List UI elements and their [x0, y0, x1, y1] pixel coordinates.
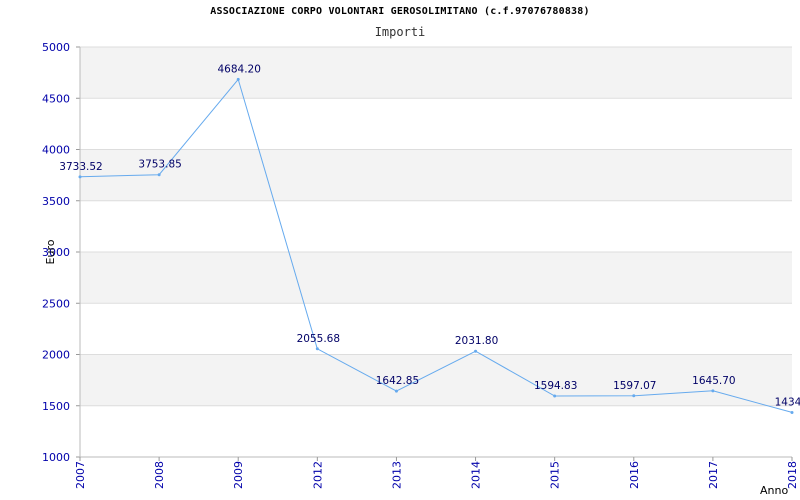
plot-bands [80, 47, 792, 406]
data-label: 1642.85 [376, 375, 419, 387]
data-label: 1594.83 [534, 380, 577, 392]
data-point [157, 173, 161, 177]
x-tick-label: 2012 [311, 461, 324, 489]
data-point [632, 394, 636, 398]
y-tick-label: 1500 [42, 400, 70, 413]
plot-band [80, 252, 792, 304]
x-axis-ticks: 2007 2008 2009 2012 2013 2014 2015 2016 2017 2018 [74, 457, 799, 489]
y-tick-label: 1000 [42, 451, 70, 464]
plot-band [80, 149, 792, 201]
data-label: 2031.80 [455, 335, 498, 347]
data-point [711, 389, 715, 393]
data-label: 1645.70 [692, 375, 735, 387]
x-tick-label: 2017 [707, 461, 720, 489]
x-tick-label: 2014 [470, 461, 483, 489]
data-label: 3753.85 [138, 159, 181, 171]
data-label: 4684.20 [218, 63, 261, 75]
data-point [78, 175, 82, 179]
data-point [553, 394, 557, 398]
y-axis-label: Euro [44, 239, 57, 264]
y-tick-label: 5000 [42, 41, 70, 54]
y-tick-label: 2500 [42, 297, 70, 310]
y-tick-label: 4500 [42, 92, 70, 105]
plot-band [80, 47, 792, 99]
plot-band [80, 354, 792, 406]
data-label: 2055.68 [297, 333, 340, 345]
x-axis-label: Anno [760, 484, 788, 497]
data-label: 1434.7 [775, 396, 800, 408]
y-tick-label: 3500 [42, 195, 70, 208]
data-point [236, 77, 240, 81]
x-tick-label: 2009 [232, 461, 245, 489]
data-point [315, 347, 319, 351]
x-tick-label: 2013 [390, 461, 403, 489]
x-tick-label: 2015 [549, 461, 562, 489]
x-tick-label: 2007 [74, 461, 87, 489]
x-tick-label: 2008 [153, 461, 166, 489]
line-chart: 100015002000250030003500400045005000 200… [42, 41, 800, 497]
data-label: 3733.52 [59, 161, 102, 173]
data-point [474, 349, 478, 353]
data-point [790, 410, 794, 414]
y-tick-label: 4000 [42, 144, 70, 157]
y-tick-label: 2000 [42, 349, 70, 362]
x-tick-label: 2016 [628, 461, 641, 489]
data-label: 1597.07 [613, 380, 656, 392]
data-point [394, 389, 398, 393]
